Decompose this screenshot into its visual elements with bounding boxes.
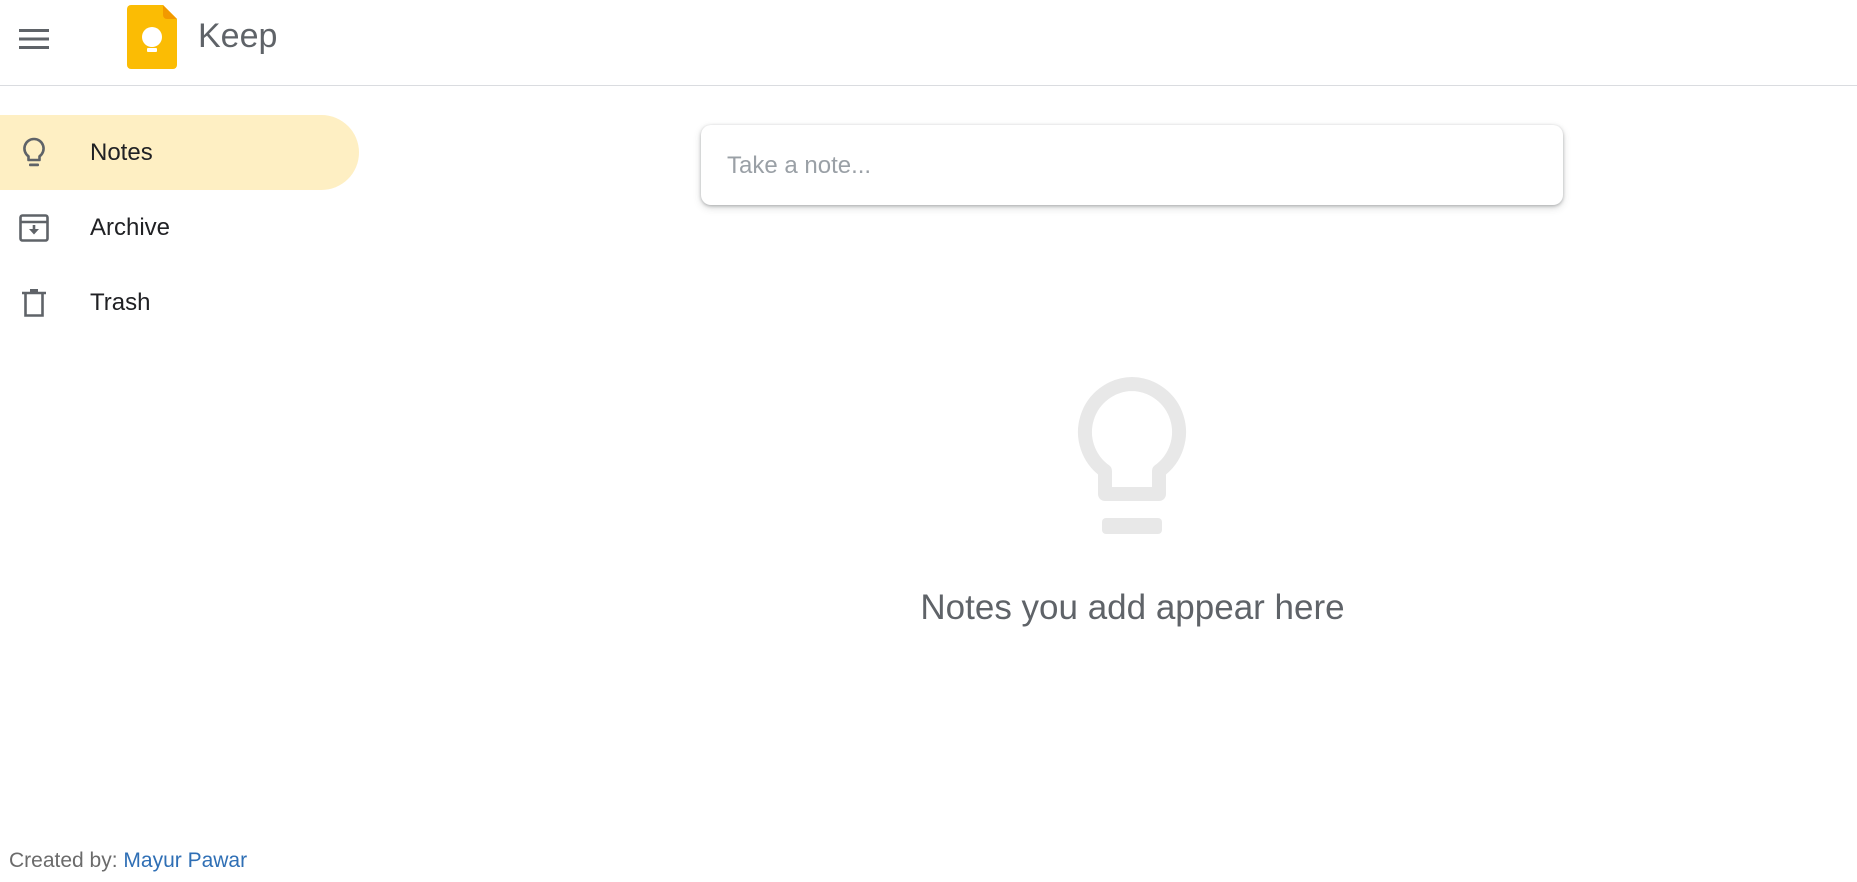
- lightbulb-icon: [1077, 377, 1187, 534]
- app-title: Keep: [198, 17, 278, 55]
- archive-icon: [18, 212, 50, 244]
- hamburger-menu-icon: [19, 29, 49, 49]
- empty-state-message: Notes you add appear here: [920, 588, 1345, 627]
- sidebar: Notes Archive Trash: [0, 115, 360, 340]
- take-note-input[interactable]: [725, 125, 1539, 207]
- sidebar-item-archive[interactable]: Archive: [0, 190, 359, 265]
- take-note-card[interactable]: [701, 125, 1563, 207]
- lightbulb-icon: [18, 137, 50, 169]
- keep-logo-icon: [127, 5, 177, 69]
- footer-prefix: Created by:: [9, 849, 118, 872]
- author-link[interactable]: Mayur Pawar: [123, 849, 247, 872]
- main-menu-button[interactable]: [12, 17, 56, 61]
- keep-app: Keep Notes Archive Trash Take a note... …: [0, 0, 1857, 882]
- sidebar-item-label: Notes: [90, 138, 153, 166]
- sidebar-item-label: Archive: [90, 213, 171, 241]
- sidebar-item-notes[interactable]: Notes: [0, 115, 359, 190]
- sidebar-item-label: Trash: [90, 288, 151, 316]
- top-bar: Keep: [0, 0, 1857, 86]
- footer: Created by: Mayur Pawar: [9, 849, 247, 873]
- sidebar-item-trash[interactable]: Trash: [0, 265, 359, 340]
- trash-icon: [18, 287, 50, 319]
